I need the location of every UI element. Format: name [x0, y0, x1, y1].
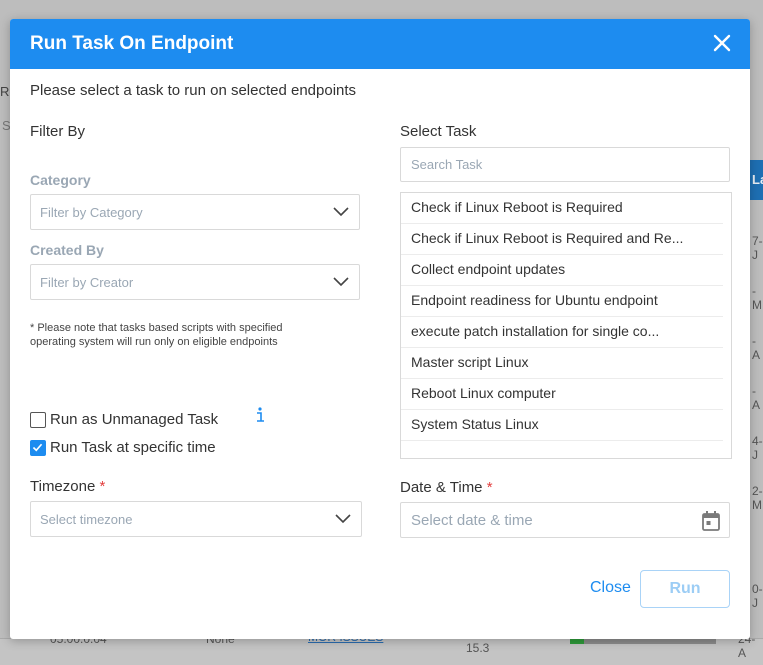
checkmark-icon [32, 443, 43, 452]
calendar-icon[interactable] [702, 511, 720, 531]
created-by-label: Created By [30, 242, 104, 258]
datetime-placeholder: Select date & time [411, 512, 533, 529]
background-value: 15.3 [466, 641, 490, 655]
dialog-header: Run Task On Endpoint [10, 19, 750, 69]
run-unmanaged-checkbox[interactable] [30, 412, 46, 428]
task-list-item[interactable]: Master script Linux [401, 348, 723, 379]
task-list-item[interactable]: Collect endpoint updates [401, 255, 723, 286]
run-specific-time-checkbox-row[interactable]: Run Task at specific time [30, 438, 240, 458]
search-task-input[interactable] [400, 147, 730, 182]
task-list-item[interactable]: Check if Linux Reboot is Required [401, 193, 723, 224]
select-task-label: Select Task [400, 123, 477, 140]
dialog-title: Run Task On Endpoint [30, 33, 234, 54]
background-row-date: 0-J [752, 582, 763, 610]
timezone-label: Timezone * [30, 478, 106, 495]
required-mark: * [486, 479, 493, 496]
run-specific-time-checkbox[interactable] [30, 440, 46, 456]
dialog-subtitle: Please select a task to run on selected … [30, 82, 357, 99]
run-specific-time-label: Run Task at specific time [50, 439, 216, 456]
timezone-select[interactable]: Select timezone [30, 501, 362, 537]
background-header-text: La [752, 172, 763, 187]
chevron-down-icon [333, 207, 349, 217]
background-row-date: 2-M [752, 484, 763, 512]
creator-select[interactable]: Filter by Creator [30, 264, 360, 300]
chevron-down-icon [335, 514, 351, 524]
datetime-label: Date & Time * [400, 479, 493, 496]
category-placeholder: Filter by Category [40, 205, 143, 220]
category-select[interactable]: Filter by Category [30, 194, 360, 230]
required-mark: * [99, 478, 106, 495]
task-list[interactable]: Check if Linux Reboot is Required Check … [400, 192, 732, 459]
task-list-item[interactable]: execute patch installation for single co… [401, 317, 723, 348]
background-row-date: -A [752, 384, 761, 412]
chevron-down-icon [333, 277, 349, 287]
eligibility-note: * Please note that tasks based scripts w… [30, 322, 283, 348]
creator-placeholder: Filter by Creator [40, 275, 134, 290]
info-icon[interactable] [254, 406, 266, 424]
datetime-input[interactable]: Select date & time [400, 502, 730, 538]
run-button[interactable]: Run [640, 570, 730, 608]
timezone-placeholder: Select timezone [40, 512, 133, 527]
task-list-item[interactable]: Endpoint readiness for Ubuntu endpoint [401, 286, 723, 317]
task-list-item[interactable]: System Status Linux [401, 410, 723, 441]
category-label: Category [30, 172, 91, 188]
filter-by-label: Filter By [30, 123, 86, 140]
background-row-date: -M [752, 284, 762, 312]
run-unmanaged-checkbox-row[interactable]: Run as Unmanaged Task [30, 407, 270, 430]
background-row-date: 7-J [752, 234, 763, 262]
task-list-item[interactable]: Check if Linux Reboot is Required and Re… [401, 224, 723, 255]
close-icon[interactable] [712, 33, 732, 53]
close-button[interactable]: Close [590, 579, 631, 597]
background-row-date: 4-J [752, 434, 763, 462]
run-unmanaged-label: Run as Unmanaged Task [50, 411, 219, 428]
task-list-item[interactable]: Reboot Linux computer [401, 379, 723, 410]
run-task-dialog: Run Task On Endpoint Please select a tas… [10, 19, 750, 639]
background-row-date: -A [752, 334, 761, 362]
